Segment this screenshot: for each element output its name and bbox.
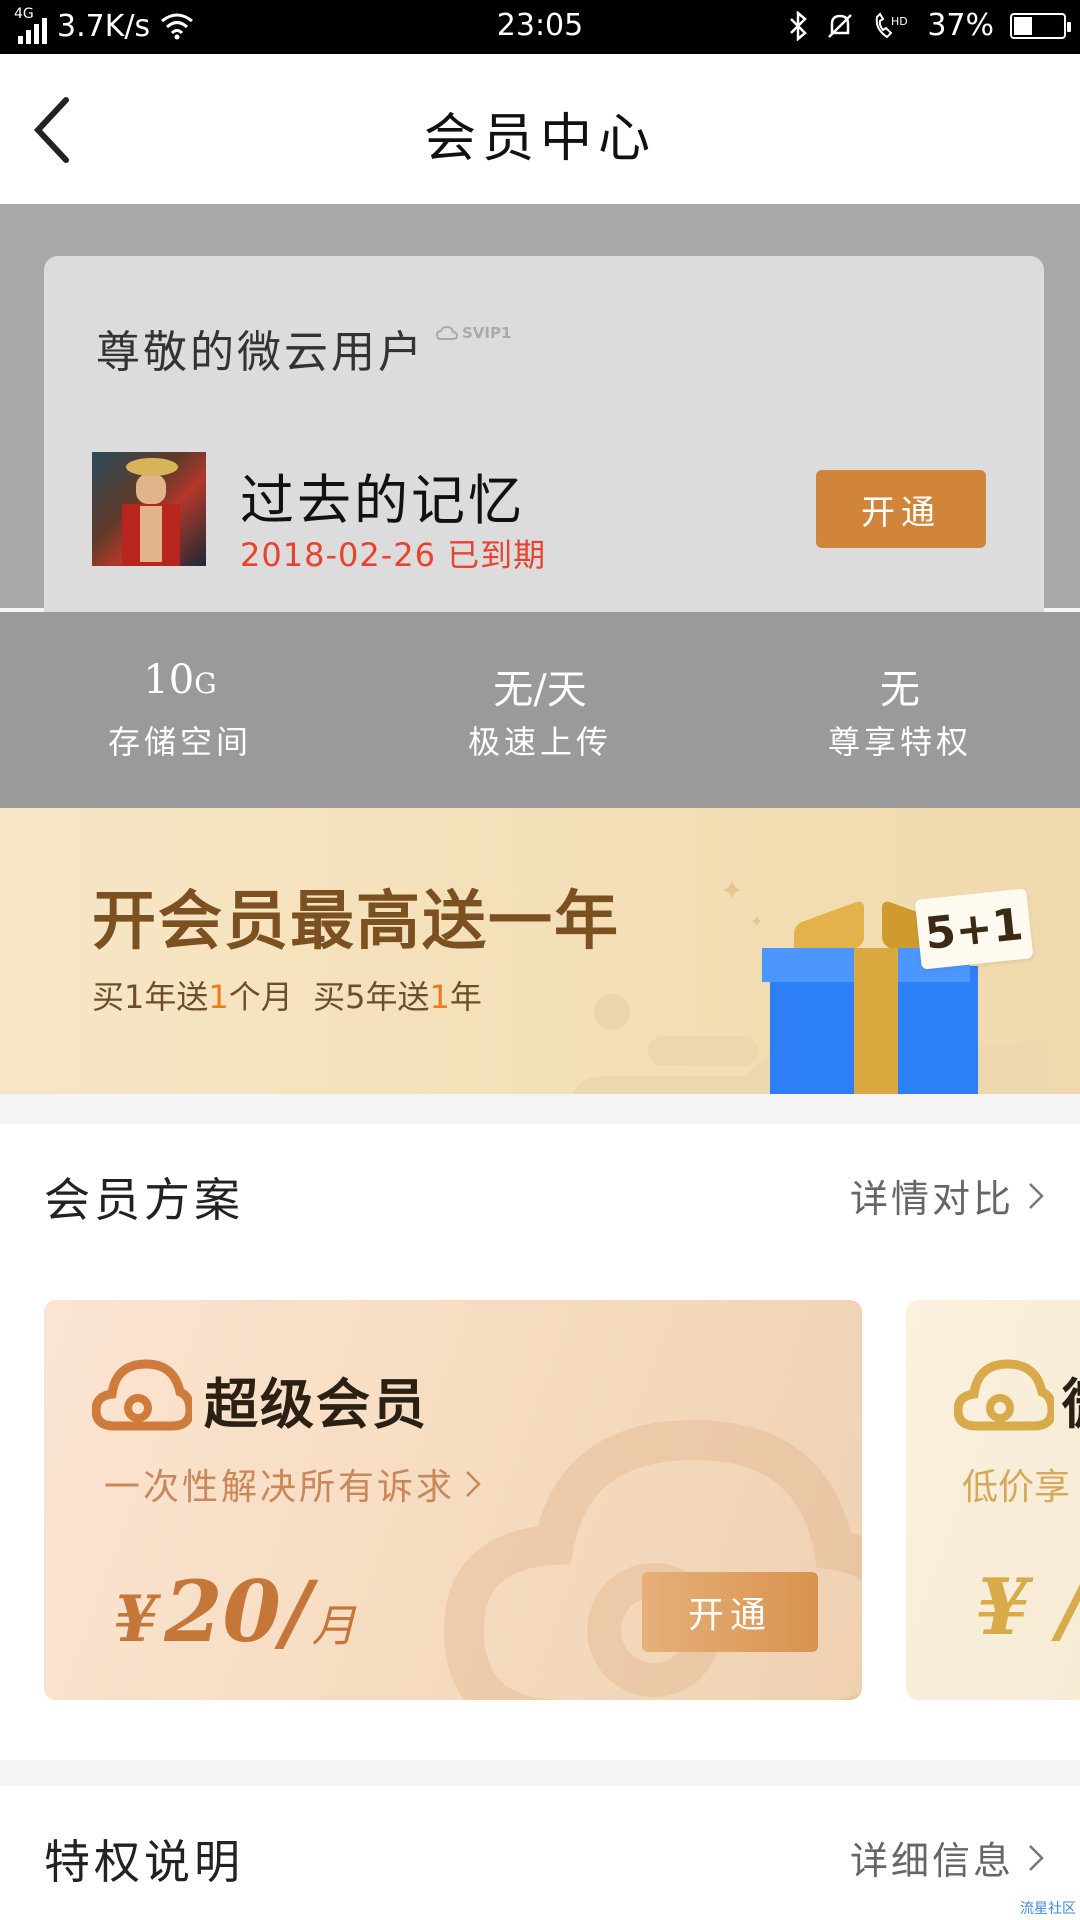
chevron-right-icon [466, 1471, 481, 1497]
cloud-logo-icon [92, 1359, 192, 1431]
status-bar: 4G 3.7K/s 23:05 HD 37% [0, 0, 1080, 54]
svip-badge: SVIP1 [436, 324, 511, 342]
plan-price: ¥ 20/月 [114, 1562, 356, 1661]
promo-banner[interactable]: ✦ ✦ 开会员最高送一年 买1年送1个月 买5年送1年 5+1 [0, 808, 1080, 1094]
plan-name: 超级会员 [204, 1373, 428, 1436]
chevron-right-icon [1029, 1182, 1044, 1209]
stat-value: 无 [880, 667, 920, 713]
sparkle-icon: ✦ [720, 874, 744, 907]
plan-card-partial[interactable]: 微 低价享 ¥ / [906, 1300, 1080, 1700]
plan-open-button[interactable]: 开通 [642, 1572, 818, 1652]
watermark-text: 流星社区 [1020, 1901, 1076, 1917]
plan-name: 微 [1062, 1360, 1080, 1439]
section-title: 会员方案 [44, 1173, 244, 1227]
membership-hero: 尊敬的微云用户 SVIP1 过去的记忆 2018-02-26 已到期 开通 [0, 204, 1080, 636]
svip-level: SVIP1 [462, 324, 512, 342]
banner-title: 开会员最高送一年 [92, 885, 620, 959]
mute-icon [828, 13, 853, 38]
plan-card-super[interactable]: 超级会员 一次性解决所有诉求 ¥ 20/月 开通 [44, 1300, 862, 1700]
stat-storage: 10G 存储空间 [0, 612, 360, 808]
cloud-watermark-icon [444, 1419, 862, 1700]
chevron-right-icon [1029, 1844, 1044, 1871]
promo-tag: 5+1 [914, 888, 1034, 970]
stat-value: 无/天 [493, 667, 587, 713]
plan-price: ¥ / [976, 1562, 1080, 1653]
page-title: 会员中心 [423, 109, 656, 169]
battery-icon [1010, 12, 1071, 39]
stat-value: 10G [143, 657, 217, 703]
stat-label: 尊享特权 [827, 723, 972, 761]
privilege-section: 特权说明 详细信息 [0, 1786, 1080, 1920]
nav-header: 会员中心 [0, 54, 1080, 204]
expiry-status: 2018-02-26 已到期 [240, 536, 547, 574]
username: 过去的记忆 [240, 469, 525, 532]
stat-label: 存储空间 [107, 723, 252, 761]
privilege-details-link[interactable]: 详细信息 [850, 1830, 1044, 1885]
stat-label: 极速上传 [467, 723, 612, 761]
compare-details-link[interactable]: 详情对比 [850, 1168, 1044, 1223]
stat-privilege: 无 尊享特权 [720, 612, 1080, 808]
cloud-icon [436, 325, 458, 340]
profile-card: 尊敬的微云用户 SVIP1 过去的记忆 2018-02-26 已到期 开通 [44, 256, 1044, 636]
svg-text:HD: HD [891, 15, 908, 28]
battery-percent: 37% [927, 8, 994, 43]
status-right: HD 37% [787, 8, 1071, 43]
plan-description[interactable]: 一次性解决所有诉求 [104, 1458, 481, 1510]
open-membership-button[interactable]: 开通 [816, 470, 986, 548]
bluetooth-icon [790, 10, 808, 41]
cloud-logo-icon [954, 1359, 1054, 1431]
section-title: 特权说明 [44, 1835, 244, 1889]
stat-upload: 无/天 极速上传 [360, 612, 720, 808]
plan-description: 低价享 [962, 1467, 1071, 1508]
avatar[interactable] [92, 452, 206, 566]
banner-subtitle: 买1年送1个月 买5年送1年 [92, 978, 482, 1016]
greeting-text: 尊敬的微云用户 [96, 327, 425, 378]
benefit-stats: 10G 存储空间 无/天 极速上传 无 尊享特权 [0, 612, 1080, 808]
sparkle-icon: ✦ [750, 912, 764, 931]
hd-call-icon: HD [876, 11, 908, 38]
